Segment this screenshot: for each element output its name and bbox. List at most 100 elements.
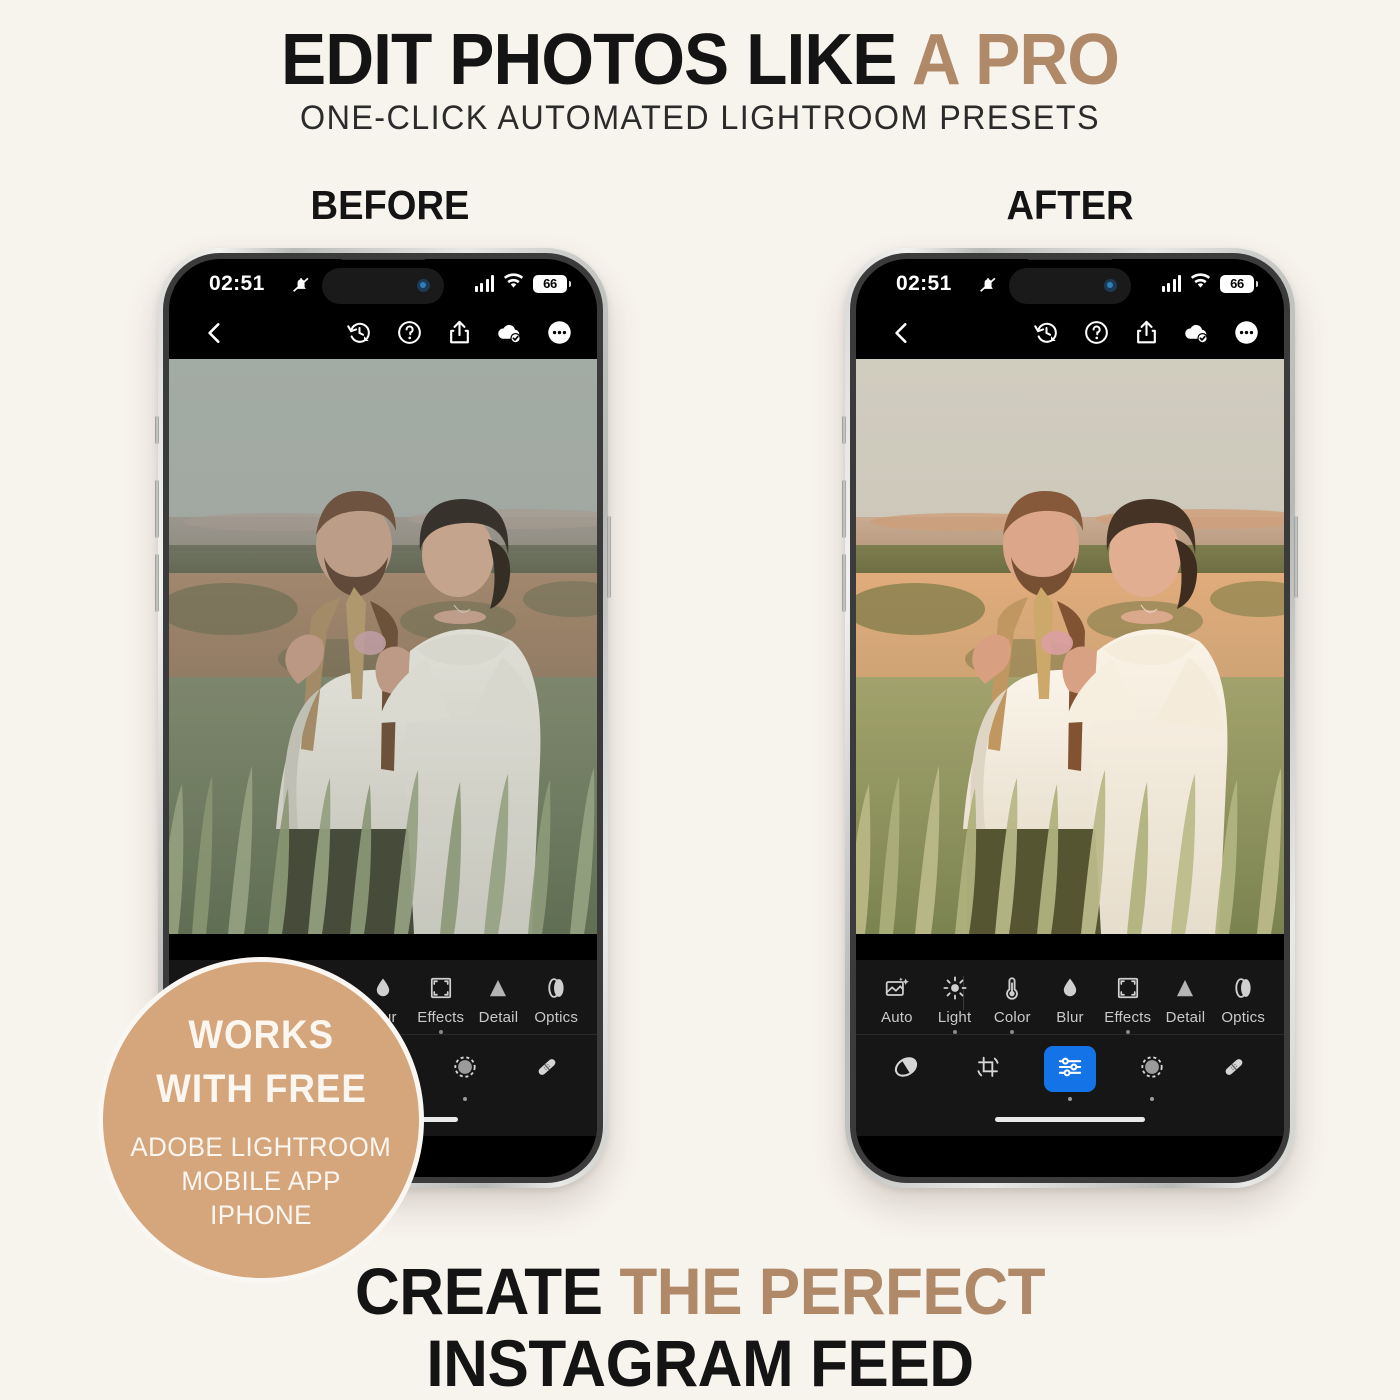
edited-photo-after <box>856 359 1284 934</box>
lightroom-top-toolbar <box>169 311 597 359</box>
edit-tool-label: Effects <box>1104 1009 1152 1026</box>
badge-line-2: WITH FREE <box>155 1067 367 1111</box>
frame-corners-icon <box>1115 974 1141 1002</box>
mute-switch-button[interactable] <box>155 416 159 444</box>
help-circle-icon[interactable] <box>1083 319 1110 346</box>
droplet-icon <box>1057 974 1083 1002</box>
edit-tool-label: Blur <box>1056 1009 1084 1026</box>
healing-icon <box>533 1053 561 1086</box>
before-label: BEFORE <box>310 182 470 228</box>
edit-tool-indicator-dot <box>1010 1030 1015 1034</box>
mode-bar-row <box>856 1035 1284 1102</box>
edit-tool-label: Auto <box>881 1009 913 1026</box>
edit-tool-blur[interactable]: Blur <box>1041 974 1099 1026</box>
wifi-icon <box>1190 273 1211 294</box>
badge-line-3: ADOBE LIGHTROOM <box>130 1132 392 1162</box>
mode-button-healing[interactable] <box>521 1046 573 1092</box>
edit-tool-label: Effects <box>417 1009 465 1026</box>
badge-line-5: IPHONE <box>210 1200 312 1230</box>
edit-tool-label: Color <box>993 1009 1031 1026</box>
edit-tool-indicator-dot <box>952 1030 957 1034</box>
bell-slash-icon <box>978 274 999 300</box>
status-indicators: 66 <box>474 273 571 294</box>
chevron-left-icon[interactable] <box>202 320 228 346</box>
cloud-synced-icon[interactable] <box>496 319 523 346</box>
edit-tool-color[interactable]: Color <box>983 974 1041 1034</box>
phone-mockup-after: 02:51 66 Auto Light Color Blur Effects D… <box>842 248 1298 1188</box>
works-with-free-badge: WORKS WITH FREE ADOBE LIGHTROOM MOBILE A… <box>98 957 424 1283</box>
version-history-icon[interactable] <box>1033 319 1060 346</box>
volume-down-button[interactable] <box>155 554 159 612</box>
power-button[interactable] <box>607 516 611 598</box>
bell-slash-icon <box>291 274 312 300</box>
volume-up-button[interactable] <box>842 480 846 538</box>
badge-line-4: MOBILE APP <box>181 1166 341 1196</box>
edit-tool-light[interactable]: Light <box>926 974 984 1034</box>
photo-bottom-gap <box>169 934 597 960</box>
mute-switch-button[interactable] <box>842 416 846 444</box>
share-upload-icon[interactable] <box>446 319 473 346</box>
edit-tool-optics[interactable]: Optics <box>1214 974 1272 1026</box>
edit-tool-effects[interactable]: Effects <box>412 974 470 1034</box>
mode-indicator-dot <box>463 1097 467 1101</box>
battery-indicator: 66 <box>1220 274 1258 293</box>
front-camera-icon <box>417 279 430 292</box>
status-time: 02:51 <box>896 272 952 295</box>
mode-button-crop[interactable] <box>962 1046 1014 1092</box>
version-history-icon[interactable] <box>346 319 373 346</box>
mode-button-masking[interactable] <box>1126 1046 1178 1101</box>
mode-button-presets[interactable] <box>880 1046 932 1092</box>
more-options-icon[interactable] <box>546 319 573 346</box>
lens-icon <box>1230 974 1256 1002</box>
status-time: 02:51 <box>209 272 265 295</box>
lens-icon <box>543 974 569 1002</box>
battery-percent: 66 <box>1230 276 1244 291</box>
page-title-main: EDIT PHOTOS LIKE <box>281 20 912 100</box>
share-upload-icon[interactable] <box>1133 319 1160 346</box>
masking-icon <box>1138 1053 1166 1086</box>
power-button[interactable] <box>1294 516 1298 598</box>
edit-tools-row: Auto Light Color Blur Effects Detail Optics <box>856 960 1284 1035</box>
mode-button-healing[interactable] <box>1208 1046 1260 1092</box>
badge-line-1: WORKS <box>188 1013 334 1057</box>
droplet-icon <box>370 974 396 1002</box>
footer-line1-main: CREATE <box>354 1254 620 1328</box>
mode-button-edit[interactable] <box>1044 1046 1096 1101</box>
dynamic-island <box>322 268 444 304</box>
edit-tool-effects[interactable]: Effects <box>1099 974 1157 1034</box>
footer-line2: INSTAGRAM FEED <box>426 1326 974 1400</box>
sun-icon <box>942 974 968 1002</box>
frame-corners-icon <box>428 974 454 1002</box>
battery-percent: 66 <box>543 276 557 291</box>
sliders-icon <box>1056 1053 1084 1086</box>
phone-bezel: 02:51 66 <box>850 253 1290 1183</box>
volume-up-button[interactable] <box>155 480 159 538</box>
lightroom-edit-panel: Auto Light Color Blur Effects Detail Optics <box>856 960 1284 1136</box>
help-circle-icon[interactable] <box>396 319 423 346</box>
dynamic-island <box>1009 268 1131 304</box>
earpiece-speaker <box>1027 259 1113 260</box>
more-options-icon[interactable] <box>1233 319 1260 346</box>
earpiece-speaker <box>340 259 426 260</box>
edit-tool-detail[interactable]: Detail <box>470 974 528 1026</box>
page-title: EDIT PHOTOS LIKE A PRO <box>42 22 1358 98</box>
edit-tool-detail[interactable]: Detail <box>1157 974 1215 1026</box>
status-bar: 02:51 66 <box>856 259 1284 311</box>
edit-tool-auto[interactable]: Auto <box>868 974 926 1026</box>
cloud-synced-icon[interactable] <box>1183 319 1210 346</box>
presets-icon <box>892 1053 920 1086</box>
lightroom-top-toolbar <box>856 311 1284 359</box>
cellular-bars-icon <box>1161 275 1181 292</box>
status-indicators: 66 <box>1161 273 1258 294</box>
wifi-icon <box>503 273 524 294</box>
phone-screen-after: 02:51 66 Auto Light Color Blur Effects D… <box>856 259 1284 1177</box>
chevron-left-icon[interactable] <box>889 320 915 346</box>
mode-button-masking[interactable] <box>439 1046 491 1101</box>
edited-photo-before <box>169 359 597 934</box>
edit-tool-optics[interactable]: Optics <box>527 974 585 1026</box>
home-indicator <box>856 1102 1284 1136</box>
footer-line1-accent: THE PERFECT <box>619 1254 1046 1328</box>
volume-down-button[interactable] <box>842 554 846 612</box>
photo-bottom-gap <box>856 934 1284 960</box>
edit-tool-indicator-dot <box>1125 1030 1130 1034</box>
